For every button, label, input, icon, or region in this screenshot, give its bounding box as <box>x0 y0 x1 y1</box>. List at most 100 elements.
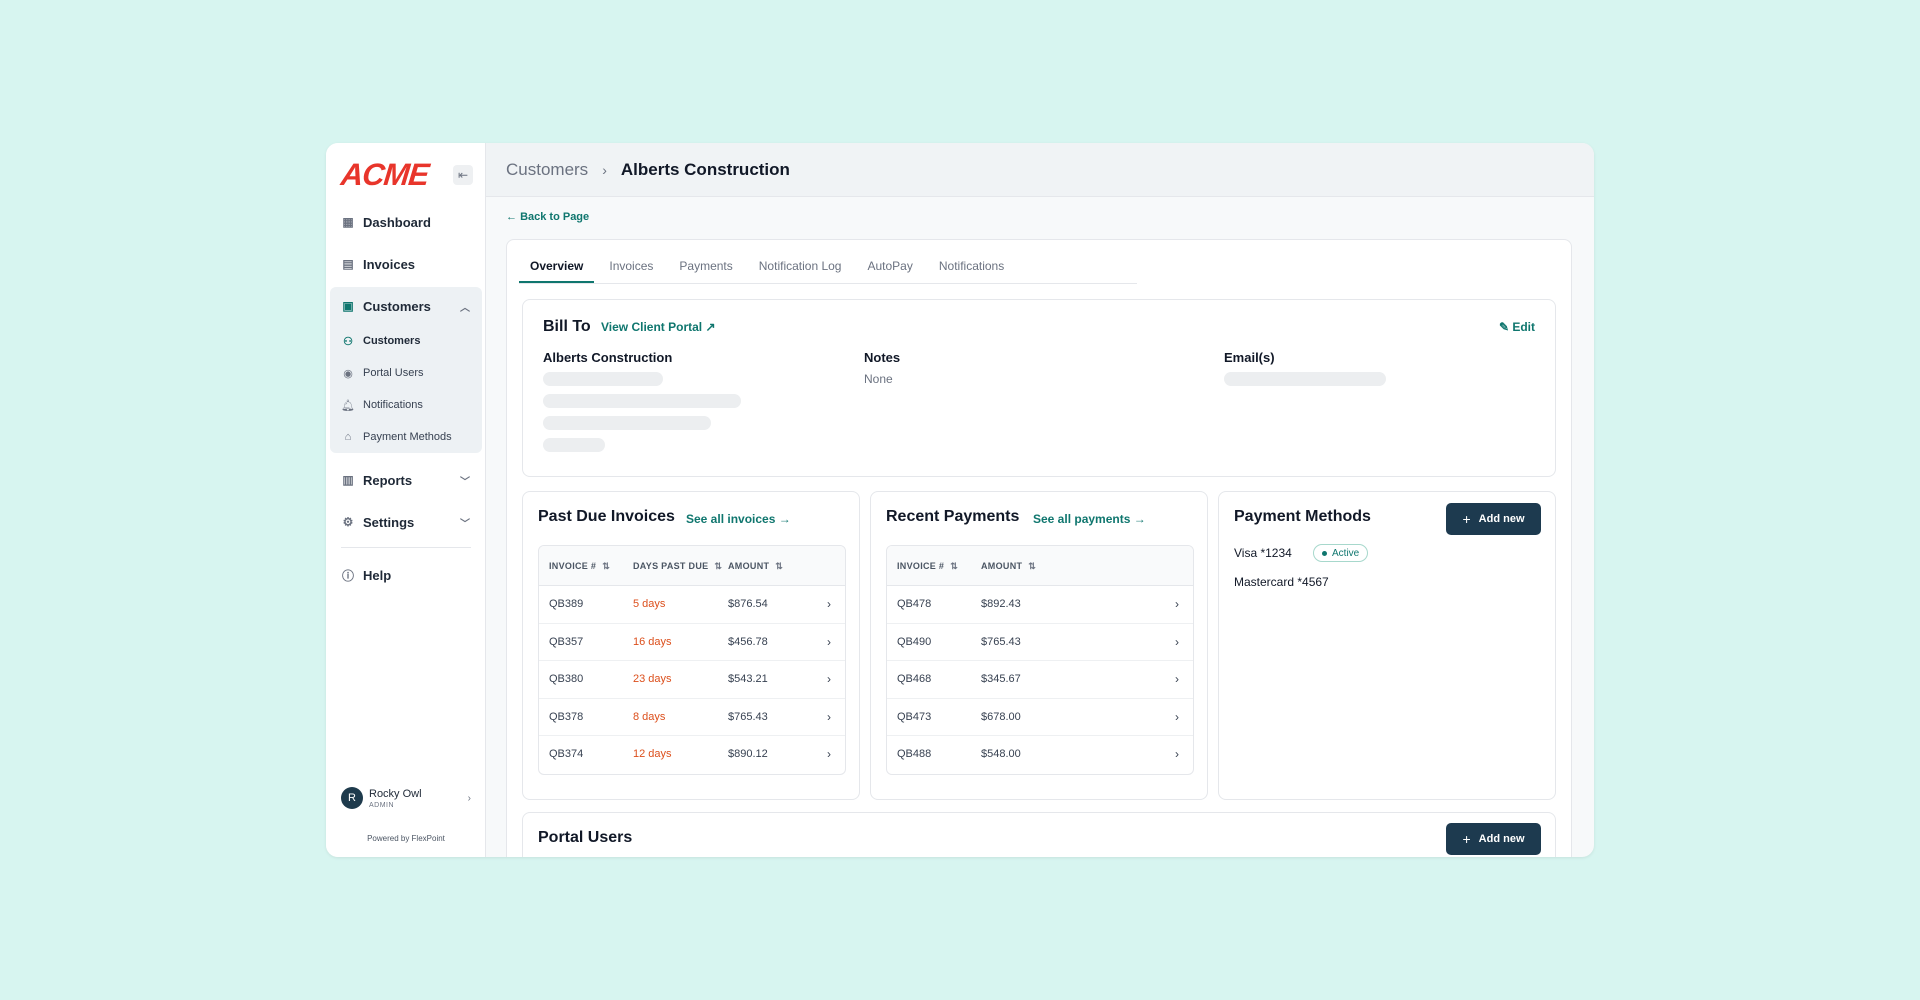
acme-logo[interactable]: ACME <box>339 157 430 193</box>
avatar: R <box>341 787 363 809</box>
sub-item-notifications[interactable]: 🔔︎ Notifications <box>330 389 482 421</box>
nav-item-invoices[interactable]: ▤ Invoices <box>330 245 482 283</box>
collapse-sidebar-button[interactable]: ⇤ <box>453 165 473 185</box>
payment-method-item[interactable]: Mastercard *4567 <box>1234 575 1329 589</box>
table-row[interactable]: QB380 23 days $543.21 › <box>539 661 845 699</box>
chevron-right-icon: › <box>1175 597 1179 611</box>
tab-notification-log[interactable]: Notification Log <box>748 259 853 283</box>
tab-payments[interactable]: Payments <box>668 259 743 283</box>
table-row[interactable]: QB490 $765.43 › <box>887 624 1193 662</box>
chevron-right-icon: › <box>827 709 831 724</box>
user-menu[interactable]: R Rocky Owl ADMIN › <box>341 787 471 809</box>
company-name: Alberts Construction <box>543 350 673 365</box>
skeleton-line <box>543 438 605 452</box>
add-label: Add new <box>1478 833 1525 845</box>
past-due-title: Past Due Invoices <box>538 508 675 525</box>
sub-item-portal-users[interactable]: ◉ Portal Users <box>330 357 482 389</box>
chevron-right-icon: › <box>827 747 831 762</box>
tab-notifications[interactable]: Notifications <box>928 259 1015 283</box>
nav-item-label: Dashboard <box>363 214 431 230</box>
tab-autopay[interactable]: AutoPay <box>856 259 923 283</box>
arrow-right-icon: → <box>1133 512 1146 526</box>
see-all-label: See all invoices <box>686 512 776 526</box>
table-row[interactable]: QB478 $892.43 › <box>887 586 1193 624</box>
table-row[interactable]: QB357 16 days $456.78 › <box>539 624 845 662</box>
content-panel: Overview Invoices Payments Notification … <box>506 239 1572 857</box>
chevron-up-icon: ︿ <box>460 302 470 314</box>
see-all-invoices-link[interactable]: See all invoices → <box>686 512 791 526</box>
nav-item-customers[interactable]: ▣ Customers ︿ <box>330 287 482 325</box>
document-icon: ▤ <box>342 257 354 271</box>
user-role: ADMIN <box>369 801 395 809</box>
external-link-icon: ↗ <box>705 320 716 334</box>
chevron-right-icon: › <box>1175 747 1179 762</box>
amount-cell: $876.54 <box>728 598 768 610</box>
tab-overview[interactable]: Overview <box>519 259 595 283</box>
back-link[interactable]: ← Back to Page <box>506 211 589 223</box>
amount-cell: $892.43 <box>981 598 1021 610</box>
column-header-amount[interactable]: AMOUNT ⇅ <box>981 561 1036 571</box>
nav-item-settings[interactable]: ⚙ Settings ﹀ <box>330 503 482 541</box>
column-header-invoice[interactable]: INVOICE # ⇅ <box>897 561 958 571</box>
briefcase-icon: ▣ <box>342 299 354 313</box>
column-header-amount[interactable]: AMOUNT ⇅ <box>728 561 783 571</box>
status-dot <box>1322 550 1327 556</box>
invoice-cell: QB468 <box>897 673 932 686</box>
pencil-icon: ✎ <box>1498 320 1513 334</box>
days-cell: 5 days <box>633 598 666 610</box>
grid-icon: ▦ <box>342 215 354 229</box>
breadcrumb: Customers › Alberts Construction <box>486 143 1594 197</box>
column-label: AMOUNT <box>981 560 1023 571</box>
main-area: Customers › Alberts Construction ← Back … <box>486 143 1594 857</box>
add-portal-user-button[interactable]: + Add new <box>1446 823 1541 855</box>
gear-icon: ⚙ <box>342 515 354 529</box>
powered-by: Powered by FlexPoint <box>367 834 445 843</box>
tab-invoices[interactable]: Invoices <box>598 259 664 283</box>
sub-item-payment-methods[interactable]: ⌂ Payment Methods <box>330 421 482 453</box>
payment-method-item[interactable]: Visa *1234 <box>1234 546 1292 560</box>
sub-item-customers[interactable]: ⚇ Customers <box>330 325 482 357</box>
notes-value: None <box>864 372 893 386</box>
table-row[interactable]: QB488 $548.00 › <box>887 736 1193 774</box>
column-header-days[interactable]: DAYS PAST DUE ⇅ <box>633 561 722 571</box>
invoice-cell: QB478 <box>897 598 932 610</box>
view-client-portal-link[interactable]: View Client Portal ↗ <box>601 320 716 334</box>
column-label: INVOICE # <box>897 560 945 571</box>
sub-item-label: Payment Methods <box>363 431 452 443</box>
edit-button[interactable]: ✎ Edit <box>1499 320 1535 334</box>
back-link-label: Back to Page <box>520 211 590 223</box>
tab-bar: Overview Invoices Payments Notification … <box>519 240 1137 284</box>
chevron-right-icon: › <box>1175 672 1179 687</box>
invoice-cell: QB374 <box>549 748 584 761</box>
table-row[interactable]: QB378 8 days $765.43 › <box>539 699 845 737</box>
bill-to-card: Bill To View Client Portal ↗ ✎ Edit Albe… <box>522 299 1556 477</box>
table-row[interactable]: QB468 $345.67 › <box>887 661 1193 699</box>
see-all-payments-link[interactable]: See all payments → <box>1033 512 1146 526</box>
table-row[interactable]: QB389 5 days $876.54 › <box>539 586 845 624</box>
user-info: Rocky Owl ADMIN <box>369 788 422 809</box>
days-cell: 12 days <box>633 748 672 761</box>
nav-item-help[interactable]: ⓘ Help <box>330 556 482 594</box>
badge-label: Active <box>1332 547 1360 559</box>
skeleton-line <box>543 394 741 408</box>
sort-icon: ⇅ <box>950 560 959 571</box>
sub-item-label: Customers <box>363 335 421 347</box>
table-row[interactable]: QB374 12 days $890.12 › <box>539 736 845 774</box>
sort-icon: ⇅ <box>714 560 723 571</box>
amount-cell: $345.67 <box>981 673 1021 686</box>
invoice-cell: QB380 <box>549 673 584 686</box>
table-row[interactable]: QB473 $678.00 › <box>887 699 1193 737</box>
sidebar: ACME ⇤ ▦ Dashboard ▤ Invoices ▣ Customer… <box>326 143 486 857</box>
nav-item-reports[interactable]: ▥ Reports ﹀ <box>330 461 482 499</box>
nav-item-label: Reports <box>363 472 413 488</box>
invoice-cell: QB488 <box>897 748 932 761</box>
column-header-invoice[interactable]: INVOICE # ⇅ <box>549 561 610 571</box>
breadcrumb-parent[interactable]: Customers <box>506 160 588 180</box>
sub-item-label: Notifications <box>363 399 423 411</box>
nav-group-customers: ▣ Customers ︿ ⚇ Customers ◉ Portal Users… <box>330 287 482 453</box>
add-payment-method-button[interactable]: + Add new <box>1446 503 1541 535</box>
page-title: Alberts Construction <box>620 159 790 179</box>
nav-item-dashboard[interactable]: ▦ Dashboard <box>330 203 482 241</box>
portal-users-title: Portal Users <box>538 829 633 846</box>
see-all-label: See all payments <box>1033 512 1131 526</box>
